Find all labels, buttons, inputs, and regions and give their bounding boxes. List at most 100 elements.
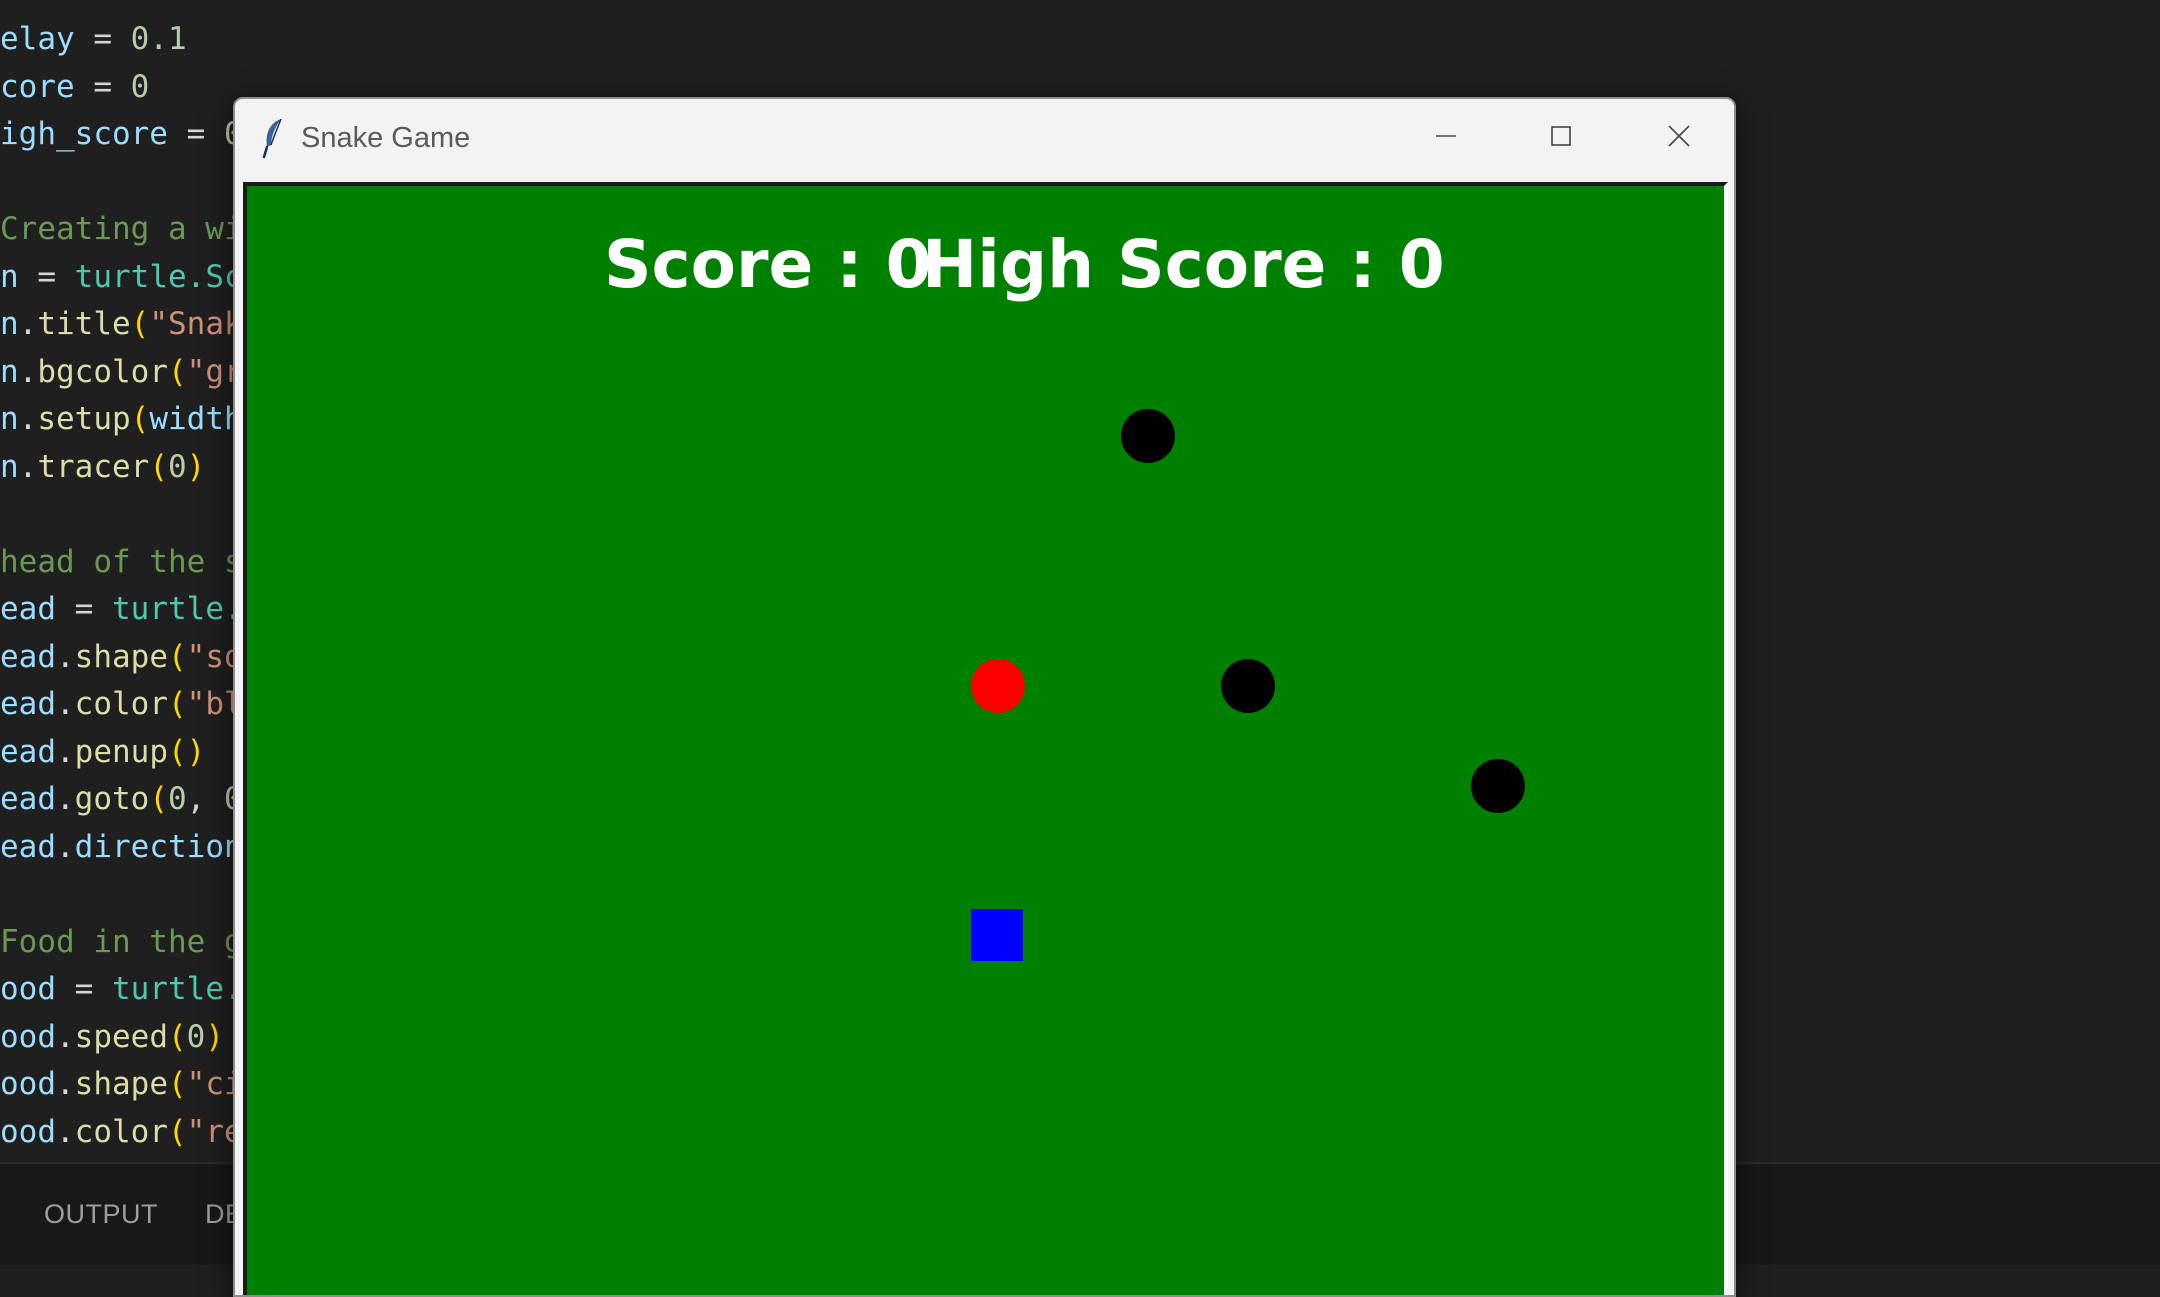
- code-token: 0: [186, 1018, 206, 1055]
- code-token: (: [168, 686, 187, 722]
- code-token: width: [149, 401, 243, 437]
- code-line: ead.direction: [0, 824, 243, 871]
- code-token: .: [18, 401, 38, 437]
- code-line: ood = turtle.: [0, 966, 243, 1013]
- obstacle-dot: [1471, 759, 1525, 813]
- code-token: ood: [0, 1018, 56, 1055]
- food-dot: [971, 659, 1025, 713]
- code-token: =: [74, 68, 131, 105]
- code-token: (: [130, 401, 150, 437]
- code-token: ood: [0, 971, 56, 1007]
- code-token: (: [168, 638, 187, 675]
- code-token: title: [37, 306, 131, 342]
- code-token: .: [56, 686, 75, 722]
- code-token: .: [18, 353, 38, 390]
- maximize-button[interactable]: [1506, 99, 1616, 173]
- code-token: setup: [37, 401, 131, 437]
- code-line: ead = turtle.: [0, 586, 243, 633]
- code-token: =: [167, 116, 224, 152]
- code-token: =: [56, 971, 112, 1007]
- code-token: .: [56, 1066, 75, 1102]
- code-token: n: [0, 448, 19, 485]
- code-token: 0: [168, 781, 187, 817]
- code-token: bgcolor: [37, 353, 168, 390]
- code-token: ,: [186, 781, 224, 817]
- code-token: Creating a wi: [0, 211, 243, 247]
- code-line: Creating a wi: [0, 206, 243, 253]
- code-token: tracer: [37, 448, 150, 485]
- code-token: .: [56, 1018, 75, 1055]
- code-token: turtle.: [112, 971, 243, 1007]
- code-token: elay: [0, 21, 75, 57]
- code-line: n.bgcolor("gr: [0, 349, 243, 396]
- code-token: (: [168, 1113, 187, 1150]
- code-token: 0: [168, 448, 187, 485]
- code-token: igh_score: [0, 116, 168, 152]
- code-token: shape: [74, 638, 168, 675]
- code-line: core = 0: [0, 64, 149, 111]
- code-token: (: [149, 448, 168, 485]
- code-token: (: [168, 1018, 187, 1055]
- code-token: n: [0, 353, 19, 390]
- code-token: color: [74, 1113, 168, 1150]
- game-canvas[interactable]: Score : 0 High Score : 0: [247, 186, 1724, 1295]
- code-token: speed: [74, 1018, 168, 1055]
- code-token: ): [186, 448, 206, 485]
- title-bar[interactable]: Snake Game: [235, 99, 1734, 177]
- code-token: .: [56, 828, 75, 865]
- code-token: ead: [0, 638, 56, 675]
- code-token: ead: [0, 781, 56, 817]
- code-token: ood: [0, 1066, 56, 1102]
- code-line: ead.color("bl: [0, 681, 243, 728]
- code-token: (): [168, 733, 206, 770]
- canvas-frame: Score : 0 High Score : 0: [243, 182, 1728, 1295]
- code-token: =: [56, 591, 112, 627]
- code-token: .: [56, 781, 75, 817]
- code-line: head of the s: [0, 539, 243, 586]
- code-token: (: [168, 353, 187, 390]
- code-line: Food in the g: [0, 919, 243, 966]
- window-title: Snake Game: [301, 122, 471, 154]
- code-line: n.title("Snak: [0, 301, 243, 348]
- code-token: .: [18, 448, 38, 485]
- code-token: .: [18, 306, 38, 342]
- code-token: color: [74, 686, 168, 722]
- code-token: n: [0, 258, 19, 295]
- code-token: ead: [0, 591, 56, 627]
- code-token: ead: [0, 686, 56, 722]
- code-line: ood.color("re: [0, 1109, 243, 1156]
- code-line: n.setup(width: [0, 396, 243, 443]
- feather-icon: [262, 118, 282, 159]
- minimize-button[interactable]: [1391, 99, 1501, 173]
- close-icon: [1668, 125, 1690, 147]
- code-token: 0: [130, 68, 150, 105]
- code-token: =: [18, 258, 75, 295]
- code-token: Food in the g: [0, 923, 243, 960]
- code-token: goto: [74, 781, 150, 817]
- code-token: ): [205, 1018, 225, 1055]
- obstacle-dot: [1221, 659, 1275, 713]
- maximize-icon: [1551, 126, 1571, 146]
- close-button[interactable]: [1624, 99, 1734, 173]
- code-token: head of the s: [0, 543, 243, 580]
- code-token: core: [0, 68, 75, 105]
- code-token: =: [74, 21, 131, 57]
- code-token: .: [56, 733, 75, 770]
- code-token: (: [130, 306, 150, 342]
- code-token: turtle.: [112, 591, 243, 627]
- snake-head: [971, 909, 1023, 961]
- code-token: ood: [0, 1113, 56, 1150]
- code-token: shape: [74, 1066, 168, 1102]
- code-token: 0.1: [130, 21, 187, 57]
- high-score-text: High Score : 0: [922, 226, 1445, 303]
- code-token: direction: [74, 828, 243, 865]
- score-text: Score : 0: [604, 226, 932, 303]
- code-token: n: [0, 306, 19, 342]
- code-token: turtle: [74, 258, 187, 295]
- code-token: ead: [0, 828, 56, 865]
- code-token: penup: [74, 733, 168, 770]
- tab-output[interactable]: OUTPUT: [44, 1194, 158, 1234]
- code-token: (: [168, 1066, 187, 1102]
- code-line: ead.goto(0, 0: [0, 776, 243, 823]
- obstacle-dot: [1121, 409, 1175, 463]
